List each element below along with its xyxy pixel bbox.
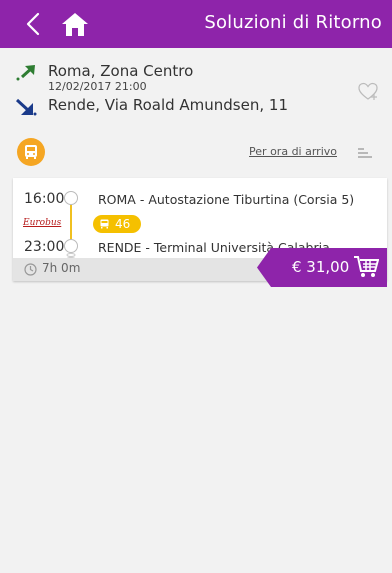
price: € 31,00: [292, 258, 350, 276]
origin-place: Roma, Zona Centro: [48, 62, 194, 80]
home-icon[interactable]: [60, 10, 90, 38]
departure-station: ROMA - Autostazione Tiburtina (Corsia 5): [98, 192, 355, 207]
sort-icon[interactable]: [356, 147, 374, 159]
departure-arrow-icon: [16, 65, 35, 81]
app-header: Soluzioni di Ritorno: [0, 0, 392, 48]
bus-filter-button[interactable]: [17, 138, 45, 166]
bus-small-icon: [100, 219, 109, 229]
shopping-cart-icon: [354, 256, 379, 277]
destination-place: Rende, Via Roald Amundsen, 11: [48, 96, 288, 114]
solution-card[interactable]: 16:00 ROMA - Autostazione Tiburtina (Cor…: [13, 178, 387, 287]
sort-by-arrival-link[interactable]: Per ora di arrivo: [249, 145, 337, 158]
departure-node: [64, 191, 78, 205]
route-summary: Roma, Zona Centro 12/02/2017 21:00 Rende…: [15, 62, 385, 122]
arrival-time: 23:00: [24, 239, 65, 255]
favorite-heart-icon[interactable]: [357, 82, 379, 102]
back-arrow-icon[interactable]: [20, 9, 50, 39]
seats-badge: 46: [93, 215, 141, 233]
bus-icon: [25, 145, 37, 159]
arrival-arrow-icon: [15, 98, 37, 116]
departure-datetime: 12/02/2017 21:00: [48, 80, 147, 93]
operator-logo: Eurobus: [23, 218, 62, 228]
trip-duration: 7h 0m: [42, 261, 81, 275]
buy-button[interactable]: € 31,00: [257, 248, 387, 287]
page-title: Soluzioni di Ritorno: [204, 12, 382, 33]
card-footer: 7h 0m € 31,00: [13, 248, 387, 287]
arrival-node: [64, 239, 78, 253]
departure-time: 16:00: [24, 191, 65, 207]
clock-icon: [24, 263, 37, 276]
seats-count: 46: [115, 217, 131, 231]
